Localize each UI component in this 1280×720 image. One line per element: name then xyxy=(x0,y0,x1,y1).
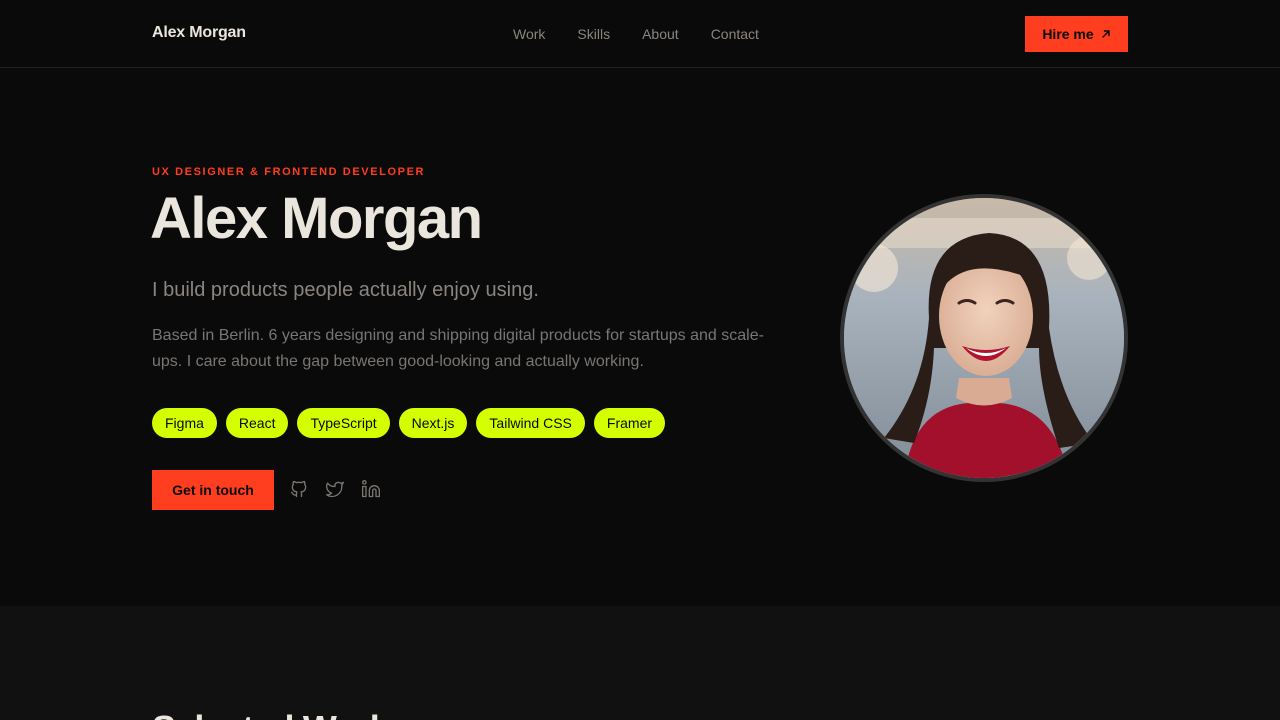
skill-tag-typescript: TypeScript xyxy=(297,408,390,438)
skill-tags: Figma React TypeScript Next.js Tailwind … xyxy=(152,408,666,438)
hire-me-label: Hire me xyxy=(1042,26,1094,42)
role-eyebrow: UX DESIGNER & FRONTEND DEVELOPER xyxy=(152,166,426,178)
hero-bio: Based in Berlin. 6 years designing and s… xyxy=(152,327,764,370)
nav-work[interactable]: Work xyxy=(513,26,545,42)
profile-photo xyxy=(844,198,1124,478)
skill-tag-tailwind: Tailwind CSS xyxy=(476,408,585,438)
twitter-icon xyxy=(326,481,344,498)
section-title: Selected Work xyxy=(152,708,390,720)
nav-about[interactable]: About xyxy=(642,26,679,42)
hero-title: Alex Morgan xyxy=(150,186,483,251)
main-nav: Work Skills About Contact xyxy=(513,26,759,42)
github-icon xyxy=(290,480,307,498)
skill-tag-figma: Figma xyxy=(152,408,217,438)
nav-contact[interactable]: Contact xyxy=(711,26,759,42)
hire-me-button[interactable]: Hire me xyxy=(1025,16,1128,52)
hero-section: UX DESIGNER & FRONTEND DEVELOPER Alex Mo… xyxy=(0,69,1280,606)
skill-tag-react: React xyxy=(225,408,289,438)
portfolio-page: Alex Morgan Work Skills About Contact Hi… xyxy=(0,0,1280,720)
twitter-link[interactable] xyxy=(325,479,345,499)
nav-skills[interactable]: Skills xyxy=(577,26,610,42)
linkedin-link[interactable] xyxy=(361,479,381,499)
avatar xyxy=(840,194,1128,482)
site-header: Alex Morgan Work Skills About Contact Hi… xyxy=(0,0,1280,68)
github-link[interactable] xyxy=(289,479,309,499)
skill-tag-framer: Framer xyxy=(593,408,666,438)
hero-tagline: I build products people actually enjoy u… xyxy=(152,279,539,301)
linkedin-icon xyxy=(362,480,380,498)
selected-work-section: Selected Work xyxy=(0,606,1280,720)
arrow-up-right-icon xyxy=(1101,30,1110,38)
brand-logo[interactable]: Alex Morgan xyxy=(152,24,246,42)
social-links xyxy=(289,479,381,499)
get-in-touch-button[interactable]: Get in touch xyxy=(152,470,274,510)
skill-tag-nextjs: Next.js xyxy=(398,408,468,438)
